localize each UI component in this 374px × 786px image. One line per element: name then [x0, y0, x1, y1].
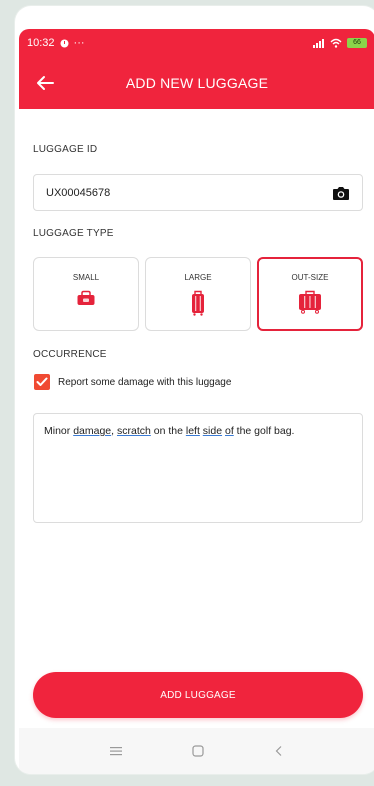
status-time: 10:32	[27, 37, 55, 49]
type-option-small[interactable]: SMALL	[33, 257, 139, 331]
checkmark-icon	[36, 377, 48, 386]
signal-icon	[313, 38, 324, 48]
wifi-icon	[330, 38, 342, 48]
occurrence-label: OCCURRENCE	[33, 349, 107, 360]
luggage-type-label: LUGGAGE TYPE	[33, 228, 114, 239]
note-text-flagged: left	[185, 425, 200, 437]
luggage-id-field[interactable]: UX00045678	[33, 174, 363, 211]
type-option-large[interactable]: LARGE	[145, 257, 251, 331]
luggage-id-label: LUGGAGE ID	[33, 144, 98, 155]
battery-icon: 66	[347, 38, 367, 48]
damage-checkbox-label: Report some damage with this luggage	[58, 376, 232, 388]
note-text: the golf bag.	[233, 425, 295, 437]
battery-level: 66	[353, 39, 361, 46]
type-option-label: OUT-SIZE	[291, 273, 329, 282]
more-notifications-icon: ···	[73, 37, 85, 49]
type-option-label: LARGE	[184, 273, 212, 282]
note-text-flagged: damage	[73, 425, 112, 437]
back-arrow-icon[interactable]	[33, 71, 57, 95]
damage-report-row[interactable]: Report some damage with this luggage	[34, 374, 231, 390]
camera-icon[interactable]	[332, 185, 350, 201]
app-bar: ADD NEW LUGGAGE	[19, 57, 374, 109]
page-title: ADD NEW LUGGAGE	[125, 75, 269, 91]
note-text-flagged: scratch	[116, 425, 151, 437]
back-icon[interactable]	[274, 745, 284, 757]
type-option-outsize[interactable]: OUT-SIZE	[257, 257, 363, 331]
notification-icon	[60, 39, 69, 47]
note-text-flagged: of	[224, 425, 234, 437]
damage-description-textarea[interactable]: Minor damage, scratch on the left side o…	[33, 413, 363, 523]
home-icon[interactable]	[192, 745, 204, 757]
status-bar: 10:32 ··· 66	[19, 29, 374, 57]
add-luggage-button[interactable]: ADD LUGGAGE	[33, 672, 363, 718]
suitcase-icon	[192, 290, 204, 316]
phone-screen: 10:32 ··· 66 ADD NEW LUGGAGE LUGGAGE ID …	[15, 6, 374, 774]
note-text: Minor	[44, 425, 74, 437]
add-luggage-button-label: ADD LUGGAGE	[160, 689, 236, 701]
note-text-flagged: side	[202, 425, 223, 437]
luggage-id-value: UX00045678	[46, 186, 111, 199]
damage-checkbox[interactable]	[34, 374, 50, 390]
outsize-luggage-icon	[299, 290, 321, 314]
menu-icon[interactable]	[110, 746, 122, 756]
note-text: on the	[150, 425, 186, 437]
type-option-label: SMALL	[72, 273, 100, 282]
system-nav-bar	[19, 728, 374, 774]
small-bag-icon	[77, 290, 95, 305]
